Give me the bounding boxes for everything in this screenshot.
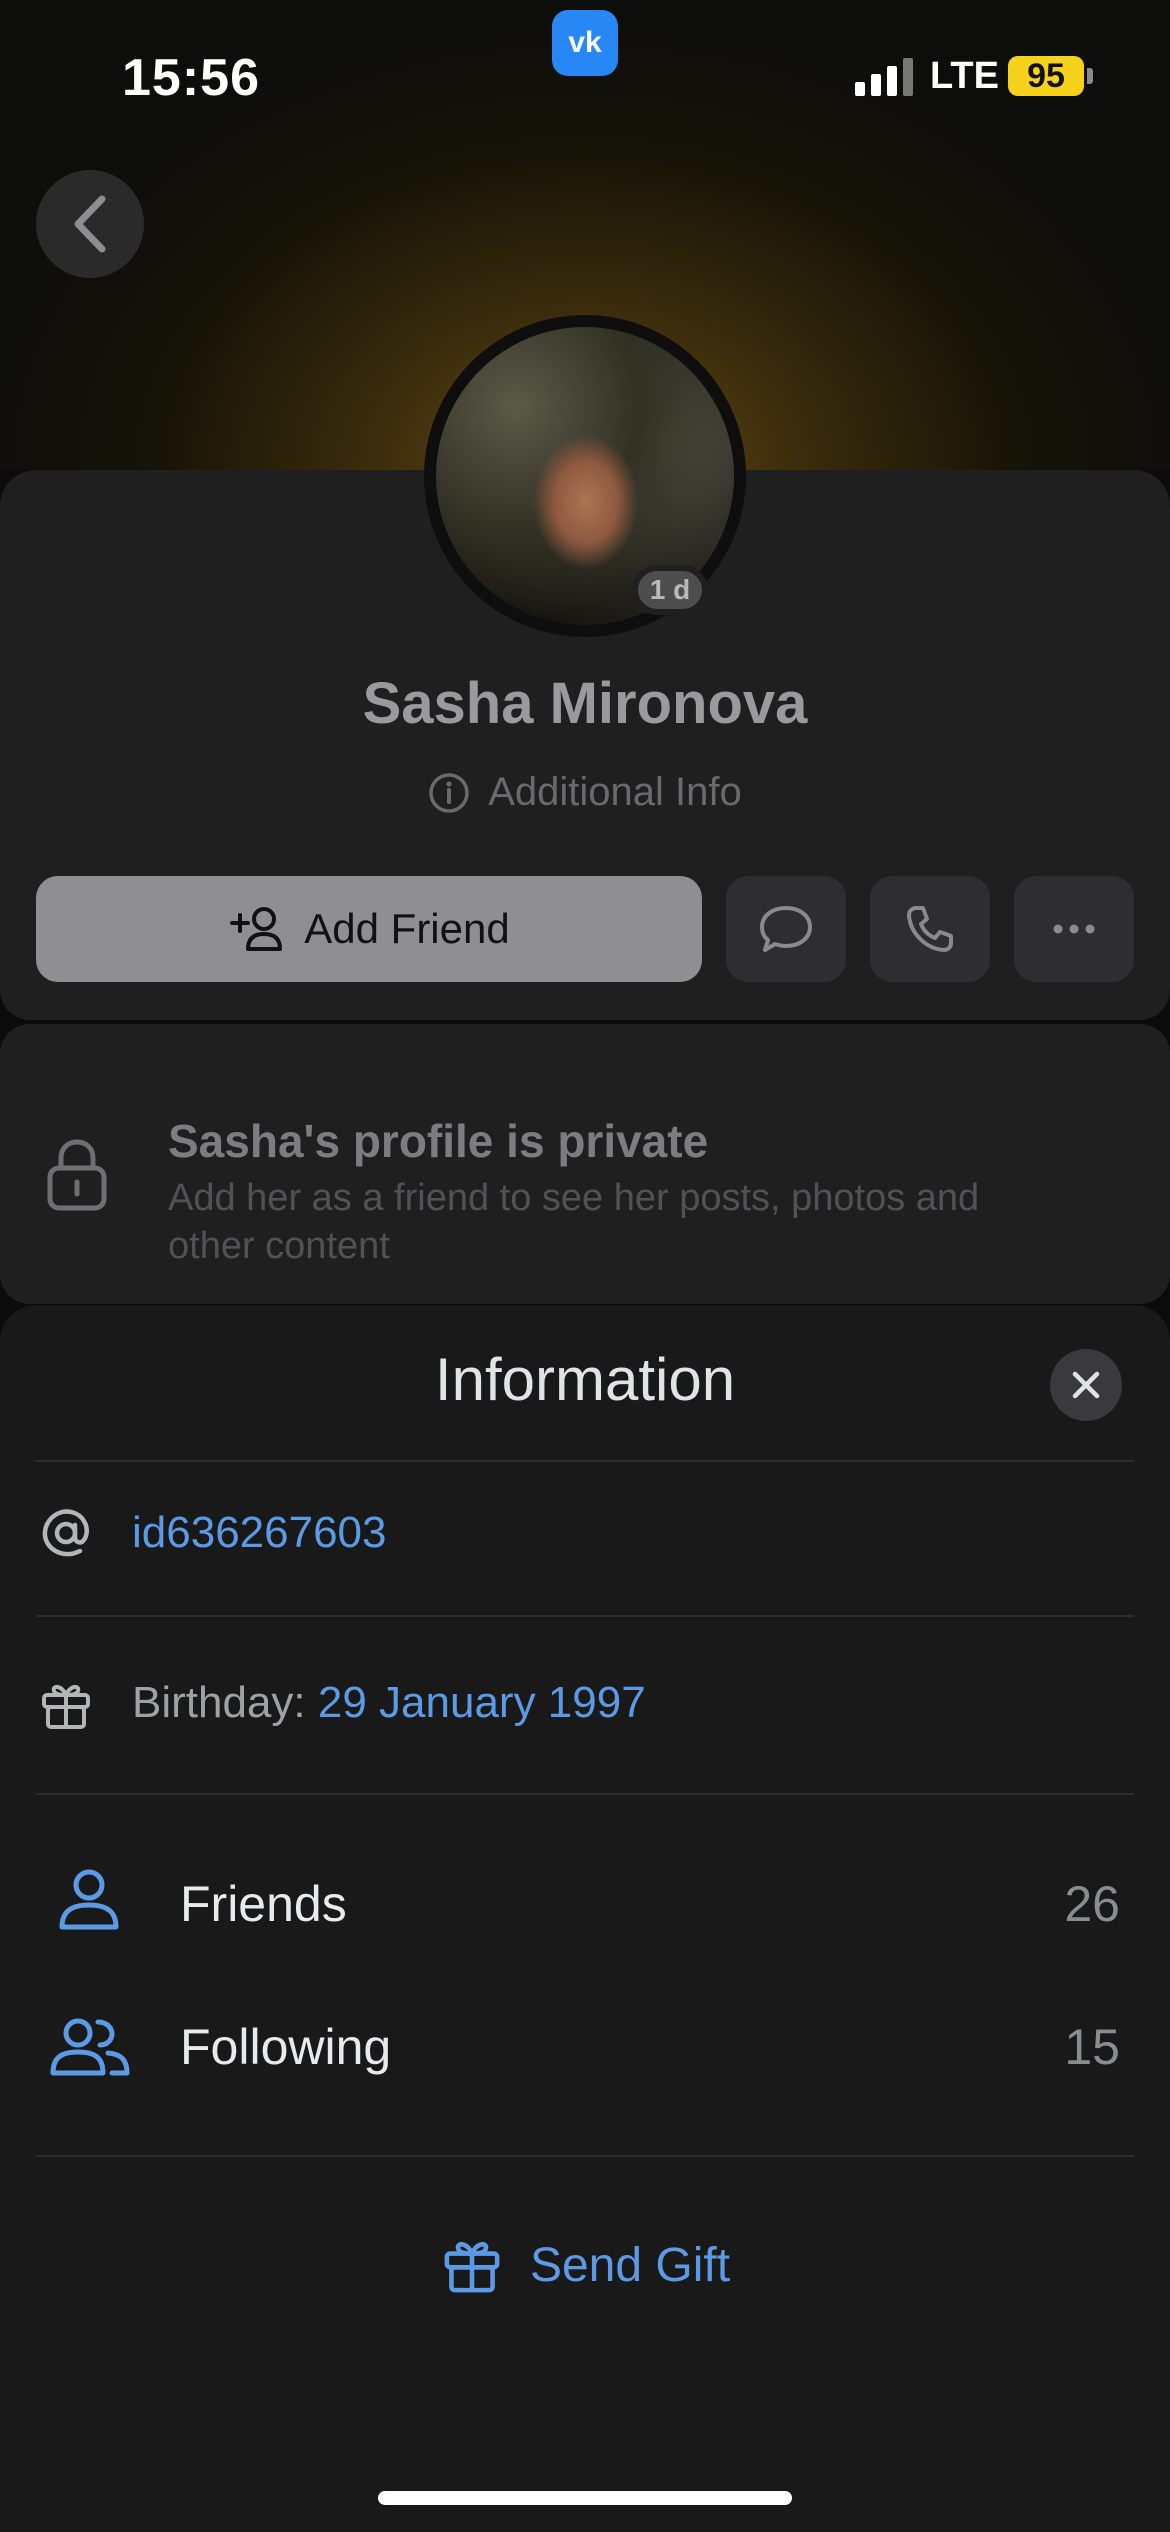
divider	[36, 1460, 1134, 1462]
message-bubble-icon	[760, 906, 812, 952]
gift-icon	[444, 2242, 500, 2293]
user-id-link[interactable]: id636267603	[132, 1508, 386, 1558]
lock-icon	[47, 1139, 107, 1211]
sheet-title: Information	[434, 1346, 736, 1413]
additional-info-label: Additional Info	[488, 770, 742, 814]
birthday-label: Birthday:	[132, 1678, 318, 1727]
send-gift-button[interactable]: Send Gift	[0, 2233, 1170, 2297]
following-label[interactable]: Following	[180, 2018, 391, 2076]
private-notice-description: Add her as a friend to see her posts, ph…	[168, 1177, 980, 1267]
birthday-row: Birthday: 29 January 1997	[132, 1678, 646, 1728]
phone-icon	[907, 906, 953, 952]
home-indicator[interactable]	[378, 2491, 792, 2505]
add-user-icon	[230, 907, 283, 951]
more-dots-icon	[1053, 924, 1095, 934]
divider	[36, 1615, 1134, 1617]
chevron-left-icon	[74, 195, 106, 253]
vk-app-icon: vk	[552, 10, 618, 76]
message-button[interactable]	[726, 876, 846, 982]
profile-name: Sasha Mironova	[362, 671, 808, 736]
status-bar: 15:56 vk LTE 95	[0, 0, 1170, 150]
users-group-icon	[50, 2018, 130, 2076]
at-sign-icon	[42, 1509, 89, 1557]
back-button[interactable]	[36, 170, 144, 278]
add-friend-button[interactable]: Add Friend	[36, 876, 702, 982]
divider	[36, 1793, 1134, 1795]
call-button[interactable]	[870, 876, 990, 982]
information-sheet: Information id636267603 Birthday: 29 Jan…	[0, 1305, 1170, 2532]
gift-icon	[42, 1684, 90, 1729]
friends-label[interactable]: Friends	[180, 1875, 347, 1933]
following-count: 15	[1064, 2019, 1120, 2075]
private-notice-title: Sasha's profile is private	[168, 1115, 709, 1167]
more-options-button[interactable]	[1014, 876, 1134, 982]
signal-strength-icon	[855, 58, 915, 96]
network-label: LTE	[930, 55, 999, 97]
private-profile-notice: Sasha's profile is private Add her as a …	[0, 1024, 1170, 1304]
add-friend-label: Add Friend	[304, 905, 510, 952]
info-icon	[429, 772, 469, 813]
user-icon	[59, 1869, 119, 1930]
divider	[36, 2155, 1134, 2157]
battery-icon: 95	[1008, 56, 1084, 96]
birthday-date-link[interactable]: 29 January 1997	[318, 1678, 646, 1727]
status-time: 15:56	[122, 49, 260, 107]
close-button[interactable]	[1050, 1349, 1122, 1421]
close-icon	[1072, 1371, 1100, 1399]
friends-count: 26	[1064, 1876, 1120, 1932]
additional-info-link[interactable]: Additional Info	[0, 770, 1170, 815]
battery-tip	[1087, 68, 1093, 84]
story-age-badge: 1 d	[632, 565, 708, 615]
send-gift-label: Send Gift	[529, 2238, 731, 2292]
